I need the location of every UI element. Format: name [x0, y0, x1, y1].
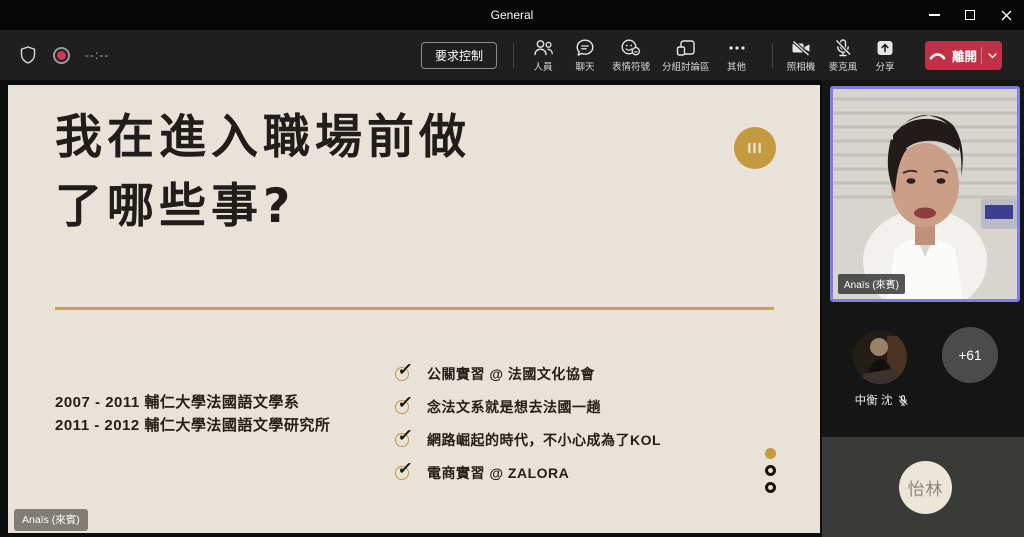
participants-sidebar: Anaïs (來賓) 中衡 沈 +61 怡林 — [822, 80, 1024, 537]
slide-checklist: ✓ 公關實習 @ 法國文化協會 ✓ 念法文系就是想去法國一趟 ✓ 網路崛起的時代… — [395, 357, 661, 489]
toolbar-item-label: 照相機 — [787, 59, 816, 73]
toolbar-device-group: 照相機 麥克風 分享 — [780, 33, 906, 79]
share-button[interactable]: 分享 — [864, 33, 906, 73]
progress-dot — [765, 465, 776, 476]
checklist-item: ✓ 念法文系就是想去法國一趟 — [395, 390, 661, 423]
checkmark-icon: ✓ — [395, 398, 412, 415]
slide-title: 我在進入職場前做 了哪些事? — [55, 103, 471, 241]
section-number-badge: III — [734, 127, 776, 169]
slide-title-line1: 我在進入職場前做 — [55, 103, 471, 172]
meeting-status-group: --:-- — [18, 30, 109, 80]
security-shield-icon[interactable] — [18, 45, 38, 66]
checkmark-icon: ✓ — [395, 431, 412, 448]
education-line: 2011 - 2012 輔仁大學法國語文學研究所 — [55, 414, 330, 437]
request-control-button[interactable]: 要求控制 — [421, 42, 497, 69]
people-button[interactable]: 人員 — [522, 33, 564, 73]
toolbar-divider — [513, 43, 514, 68]
titlebar: General — [0, 0, 1024, 30]
toolbar-item-label: 其他 — [727, 59, 746, 73]
maximize-button[interactable] — [952, 0, 988, 30]
checkmark-icon: ✓ — [395, 365, 412, 382]
progress-dot — [765, 482, 776, 493]
toolbar-item-label: 聊天 — [575, 59, 594, 73]
minimize-icon — [929, 14, 940, 15]
checklist-item: ✓ 網路崛起的時代，不小心成為了KOL — [395, 423, 661, 456]
muted-mic-icon — [897, 394, 909, 407]
hang-up-icon — [929, 51, 946, 60]
window-controls — [916, 0, 1024, 30]
more-icon — [727, 37, 747, 58]
presentation-slide: 我在進入職場前做 了哪些事? III 2007 - 2011 輔仁大學法國語文學… — [8, 85, 820, 533]
camera-toggle-button[interactable]: 照相機 — [780, 33, 822, 73]
toolbar-nav-group: 人員 聊天 表情符號 分組討論區 — [522, 33, 758, 79]
toolbar-item-label: 分享 — [875, 59, 894, 73]
slide-progress-dots — [765, 448, 776, 499]
leave-button[interactable]: 離開 — [925, 41, 981, 70]
education-history: 2007 - 2011 輔仁大學法國語文學系 2011 - 2012 輔仁大學法… — [55, 391, 330, 437]
toolbar-item-label: 表情符號 — [612, 59, 650, 73]
toolbar-divider — [772, 43, 773, 68]
more-actions-button[interactable]: 其他 — [716, 33, 758, 73]
camera-off-icon — [790, 37, 812, 58]
leave-button-group: 離開 — [925, 41, 1002, 70]
overflow-participants-badge[interactable]: +61 — [942, 327, 998, 383]
emoji-icon — [620, 37, 642, 58]
teams-meeting-window: General --:-- 要求控制 人員 — [0, 0, 1024, 537]
checklist-item: ✓ 電商實習 @ ZALORA — [395, 456, 661, 489]
window-title: General — [0, 0, 1024, 30]
leave-options-button[interactable] — [982, 41, 1002, 70]
share-screen-icon — [875, 37, 895, 58]
minimize-button[interactable] — [916, 0, 952, 30]
participant-tile[interactable]: 中衡 沈 +61 — [822, 305, 1024, 437]
checkmark-icon: ✓ — [395, 464, 412, 481]
screen-share-stage: 我在進入職場前做 了哪些事? III 2007 - 2011 輔仁大學法國語文學… — [0, 80, 822, 537]
speaker-video-feed — [833, 89, 1017, 299]
slide-title-line2: 了哪些事? — [55, 172, 471, 241]
progress-dot-active — [765, 448, 776, 459]
recording-indicator-icon — [53, 47, 70, 64]
close-button[interactable] — [988, 0, 1024, 30]
mic-toggle-button[interactable]: 麥克風 — [822, 33, 864, 73]
chat-icon — [575, 37, 595, 58]
breakout-rooms-icon — [676, 37, 696, 58]
people-icon — [533, 37, 554, 58]
participant-name-row: 中衡 沈 — [822, 392, 942, 408]
speaker-name-badge: Anaïs (來賓) — [838, 274, 905, 294]
meeting-timer: --:-- — [85, 48, 109, 62]
toolbar-item-label: 分組討論區 — [662, 59, 710, 73]
meeting-toolbar: --:-- 要求控制 人員 聊天 表情符號 — [0, 30, 1024, 80]
breakout-rooms-button[interactable]: 分組討論區 — [656, 33, 716, 73]
chevron-down-icon — [988, 53, 997, 59]
toolbar-item-label: 人員 — [533, 59, 552, 73]
participant-initials-avatar: 怡林 — [899, 461, 952, 514]
checklist-item: ✓ 公關實習 @ 法國文化協會 — [395, 357, 661, 390]
close-icon — [1001, 10, 1012, 21]
toolbar-item-label: 麥克風 — [829, 59, 858, 73]
presenter-name-badge: Anaïs (來賓) — [14, 509, 88, 531]
leave-label: 離開 — [952, 46, 977, 65]
chat-button[interactable]: 聊天 — [564, 33, 606, 73]
mic-off-icon — [833, 37, 853, 58]
reactions-button[interactable]: 表情符號 — [606, 33, 656, 73]
participant-name: 中衡 沈 — [855, 392, 893, 408]
education-line: 2007 - 2011 輔仁大學法國語文學系 — [55, 391, 330, 414]
participant-avatar — [853, 330, 907, 384]
participant-tile[interactable]: 怡林 — [822, 437, 1024, 537]
maximize-icon — [965, 10, 975, 20]
slide-divider-line — [55, 307, 774, 310]
active-speaker-video-tile[interactable]: Anaïs (來賓) — [830, 86, 1020, 302]
